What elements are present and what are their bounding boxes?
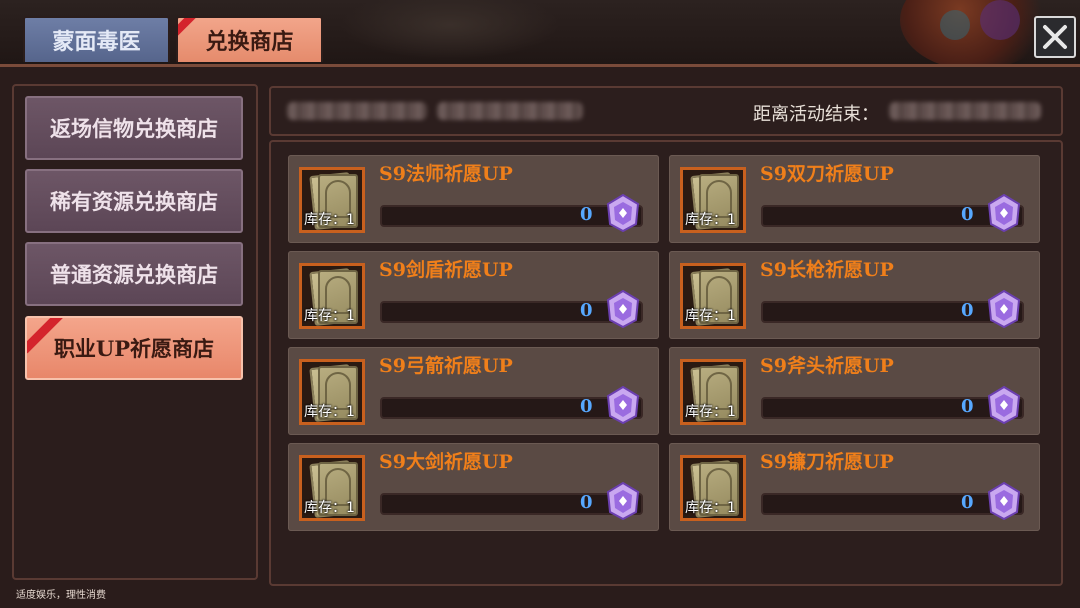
sidebar-item-class-up-wish-shop[interactable]: 职业UP祈愿商店 (25, 316, 243, 380)
event-info-bar: 距离活动结束： (269, 86, 1063, 136)
product-card[interactable]: 库存：1 S9弓箭祈愿UP 0 (288, 347, 659, 435)
currency-amount: 0 (580, 492, 593, 513)
sidebar-item-label: 普通资源兑换商店 (50, 262, 218, 287)
sidebar-item-returning-tokens-shop[interactable]: 返场信物兑换商店 (25, 96, 243, 160)
progress-bar: 0 (761, 396, 1024, 419)
purple-gem-icon (606, 386, 640, 424)
stock-label: 库存：1 (304, 404, 355, 420)
sidebar-item-label: 返场信物兑换商店 (50, 116, 218, 141)
product-card[interactable]: 库存：1 S9大剑祈愿UP 0 (288, 443, 659, 531)
card-pack-icon: 库存：1 (299, 263, 365, 329)
card-pack-icon: 库存：1 (299, 455, 365, 521)
currency-amount: 0 (961, 300, 974, 321)
redacted-timer-value (889, 102, 1041, 120)
stock-label: 库存：1 (304, 212, 355, 228)
currency-amount: 0 (580, 300, 593, 321)
product-title: S9斧头祈愿UP (760, 355, 894, 377)
stock-label: 库存：1 (685, 500, 736, 516)
close-button[interactable] (1034, 16, 1076, 58)
stock-label: 库存：1 (304, 500, 355, 516)
product-title: S9镰刀祈愿UP (760, 451, 894, 473)
sidebar-item-common-resources-shop[interactable]: 普通资源兑换商店 (25, 242, 243, 306)
redacted-text (437, 102, 583, 120)
product-title: S9长枪祈愿UP (760, 259, 894, 281)
progress-bar: 0 (761, 204, 1024, 227)
healthy-gaming-notice: 适度娱乐，理性消费 (16, 590, 106, 601)
progress-bar: 0 (380, 492, 643, 515)
progress-bar: 0 (761, 492, 1024, 515)
product-title: S9剑盾祈愿UP (379, 259, 513, 281)
redacted-text (287, 102, 427, 120)
tab-masked-doctor[interactable]: 蒙面毒医 (23, 16, 170, 62)
purple-gem-icon (606, 482, 640, 520)
product-title: S9双刀祈愿UP (760, 163, 894, 185)
tab-label: 兑换商店 (205, 29, 294, 55)
currency-amount: 0 (580, 396, 593, 417)
currency-amount: 0 (961, 492, 974, 513)
stock-label: 库存：1 (685, 212, 736, 228)
card-pack-icon: 库存：1 (680, 359, 746, 425)
product-card[interactable]: 库存：1 S9法师祈愿UP 0 (288, 155, 659, 243)
sidebar-item-label: 稀有资源兑换商店 (50, 189, 218, 214)
ribbon-icon (178, 18, 201, 41)
product-card[interactable]: 库存：1 S9双刀祈愿UP 0 (669, 155, 1040, 243)
card-pack-icon: 库存：1 (299, 359, 365, 425)
purple-gem-icon (987, 482, 1021, 520)
progress-bar: 0 (380, 300, 643, 323)
card-pack-icon: 库存：1 (680, 455, 746, 521)
product-card[interactable]: 库存：1 S9斧头祈愿UP 0 (669, 347, 1040, 435)
sidebar-item-rare-resources-shop[interactable]: 稀有资源兑换商店 (25, 169, 243, 233)
shop-sidebar: 返场信物兑换商店 稀有资源兑换商店 普通资源兑换商店 职业UP祈愿商店 (12, 84, 258, 580)
product-card[interactable]: 库存：1 S9剑盾祈愿UP 0 (288, 251, 659, 339)
product-grid: 库存：1 S9法师祈愿UP 0 库存：1 S9双刀祈愿UP 0 库存：1 S9剑… (269, 140, 1063, 586)
card-pack-icon: 库存：1 (680, 167, 746, 233)
card-pack-icon: 库存：1 (680, 263, 746, 329)
progress-bar: 0 (761, 300, 1024, 323)
progress-bar: 0 (380, 204, 643, 227)
stock-label: 库存：1 (685, 308, 736, 324)
purple-gem-icon (987, 386, 1021, 424)
product-title: S9法师祈愿UP (379, 163, 513, 185)
stock-label: 库存：1 (685, 404, 736, 420)
product-card[interactable]: 库存：1 S9长枪祈愿UP 0 (669, 251, 1040, 339)
stock-label: 库存：1 (304, 308, 355, 324)
currency-amount: 0 (961, 204, 974, 225)
currency-amount: 0 (580, 204, 593, 225)
product-card[interactable]: 库存：1 S9镰刀祈愿UP 0 (669, 443, 1040, 531)
tab-exchange-shop[interactable]: 兑换商店 (176, 16, 323, 62)
purple-gem-icon (987, 290, 1021, 328)
progress-bar: 0 (380, 396, 643, 419)
card-pack-icon: 库存：1 (299, 167, 365, 233)
purple-gem-icon (606, 290, 640, 328)
currency-amount: 0 (961, 396, 974, 417)
purple-gem-icon (606, 194, 640, 232)
product-title: S9弓箭祈愿UP (379, 355, 513, 377)
sidebar-item-label: 职业UP祈愿商店 (53, 336, 215, 361)
event-timer-label: 距离活动结束： (753, 104, 879, 125)
tab-label: 蒙面毒医 (52, 29, 141, 55)
close-icon (1043, 25, 1067, 49)
purple-gem-icon (987, 194, 1021, 232)
product-title: S9大剑祈愿UP (379, 451, 513, 473)
